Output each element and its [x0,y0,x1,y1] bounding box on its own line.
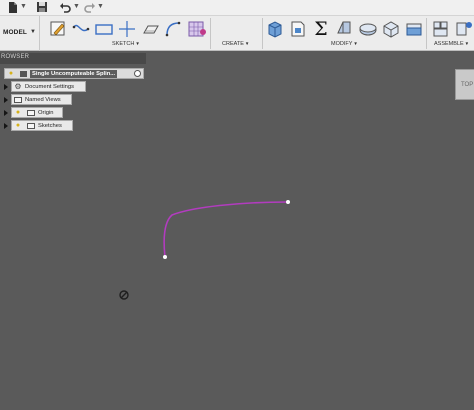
browser-node-document-settings[interactable]: ⚙ Document Settings [11,81,86,92]
browser-panel-header[interactable]: ROWSER [0,53,146,64]
redo-icon[interactable] [84,1,96,15]
spline-curve[interactable] [163,201,289,258]
assemble-group-label[interactable]: ASSEMBLE▼ [434,41,469,47]
folder-icon [27,122,35,129]
toolbar-separator [262,18,263,49]
shell-icon[interactable] [381,19,401,39]
create-sketch-icon[interactable] [48,19,68,39]
node-label: Origin [38,109,54,116]
assemble-label: ASSEMBLE [434,41,464,47]
fit-point-spline-icon[interactable] [163,19,183,39]
undo-icon[interactable] [59,1,71,15]
expand-arrow-icon[interactable] [4,84,8,90]
sketch-label: SKETCH [112,41,135,47]
file-menu-icon[interactable] [8,1,18,15]
activate-radio-icon[interactable] [134,70,141,77]
create-label: CREATE [222,41,244,47]
visibility-bulb-icon[interactable]: ● [14,122,22,130]
browser-title: ROWSER [1,54,30,60]
sum-icon[interactable]: Σ [311,19,331,39]
save-icon[interactable] [36,1,48,15]
browser-node-origin[interactable]: ● Origin [11,107,63,118]
modify-label: MODIFY [331,41,353,47]
view-cube-label: TOP [461,82,474,88]
toolbar-separator [210,18,211,49]
modify-group-label[interactable]: MODIFY▼ [331,41,358,47]
sketch-grid-icon[interactable] [187,19,207,39]
combine-icon[interactable] [404,19,424,39]
spline-start-point[interactable] [163,255,167,259]
workspace-label: MODEL [3,29,27,36]
sketch-plane-icon[interactable] [141,19,161,39]
press-pull-icon[interactable] [334,19,354,39]
browser-node-named-views[interactable]: Named Views [11,94,72,105]
visibility-bulb-icon[interactable]: ● [14,109,22,117]
create-group-label[interactable]: CREATE▼ [222,41,249,47]
gear-icon: ⚙ [14,81,22,91]
quick-access-toolbar: ▼ ▼ ▼ [0,0,474,16]
browser-root-node[interactable]: ● Single Uncomputeable Splin... [4,68,144,79]
expand-arrow-icon[interactable] [4,123,8,129]
sheet-icon[interactable] [288,19,308,39]
visibility-bulb-icon[interactable]: ● [7,70,15,78]
extrude-icon[interactable] [265,19,285,39]
browser-node-sketches[interactable]: ● Sketches [11,120,73,131]
folder-icon [14,96,22,103]
view-cube[interactable]: TOP [455,69,474,100]
document-icon [20,70,27,77]
joint-icon[interactable] [454,19,474,39]
spline-end-point[interactable] [286,200,290,204]
file-menu-caret-icon[interactable]: ▼ [20,3,27,10]
not-allowed-cursor-icon [119,290,129,300]
rectangle-icon[interactable] [94,19,114,39]
node-label: Sketches [38,122,62,129]
line-icon[interactable] [117,19,137,39]
toolbar-separator [426,18,427,49]
undo-caret-icon[interactable]: ▼ [73,3,80,10]
expand-arrow-icon[interactable] [4,97,8,103]
ribbon-toolbar: MODEL ▼ SKETCH▼ Σ CREATE▼ MODIFY▼ ASSEMB… [0,16,474,51]
new-component-icon[interactable] [431,19,451,39]
sketch-group-label[interactable]: SKETCH▼ [112,41,140,47]
node-label: Document Settings [25,83,74,90]
workspace-caret-icon: ▼ [30,29,36,35]
expand-arrow-icon[interactable] [4,110,8,116]
node-label: Named Views [25,96,61,103]
workspace-switcher[interactable]: MODEL ▼ [0,16,40,51]
fillet-icon[interactable] [358,19,378,39]
spline-icon[interactable] [71,19,91,39]
folder-icon [27,109,35,116]
root-label: Single Uncomputeable Splin... [30,69,118,78]
redo-caret-icon[interactable]: ▼ [97,3,104,10]
